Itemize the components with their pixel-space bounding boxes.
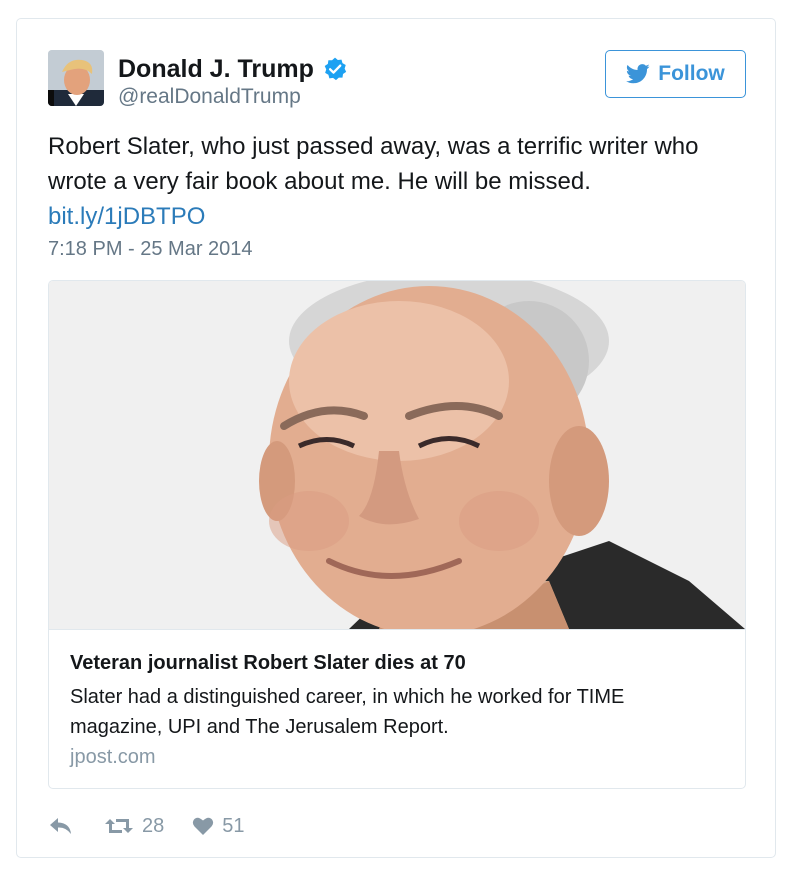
follow-button[interactable]: Follow xyxy=(605,50,746,98)
card-image xyxy=(49,281,745,629)
profile-photo-icon xyxy=(48,50,104,106)
retweet-button[interactable]: 28 xyxy=(104,815,164,838)
display-name[interactable]: Donald J. Trump xyxy=(118,54,314,84)
reply-button[interactable] xyxy=(48,816,74,836)
tweet-link[interactable]: bit.ly/1jDBTPO xyxy=(48,199,205,234)
card-domain: jpost.com xyxy=(70,746,156,768)
card-title[interactable]: Veteran journalist Robert Slater dies at… xyxy=(70,650,466,676)
like-button[interactable]: 51 xyxy=(192,814,245,838)
link-preview-card[interactable]: Veteran journalist Robert Slater dies at… xyxy=(48,280,746,789)
retweet-icon xyxy=(105,819,133,833)
portrait-photo-icon xyxy=(49,281,745,629)
card-description: Slater had a distinguished career, in wh… xyxy=(70,686,625,738)
like-count: 51 xyxy=(222,814,245,837)
follow-label: Follow xyxy=(658,62,725,85)
tweet-text: Robert Slater, who just passed away, was… xyxy=(48,129,748,234)
reply-icon xyxy=(50,818,71,834)
name-line: Donald J. Trump xyxy=(118,54,348,84)
tweet-actions: 28 51 xyxy=(48,811,245,841)
twitter-bird-icon xyxy=(626,64,650,84)
tweet-timestamp[interactable]: 7:18 PM - 25 Mar 2014 xyxy=(48,236,253,262)
avatar[interactable] xyxy=(48,50,104,106)
retweet-count: 28 xyxy=(142,814,165,837)
tweet-card: Donald J. Trump @realDonaldTrump Follow … xyxy=(16,18,776,858)
heart-icon xyxy=(193,817,214,835)
tweet-body: Robert Slater, who just passed away, was… xyxy=(48,133,699,195)
user-handle[interactable]: @realDonaldTrump xyxy=(118,84,301,110)
card-body: Veteran journalist Robert Slater dies at… xyxy=(49,629,745,788)
verified-badge-icon xyxy=(324,57,347,81)
